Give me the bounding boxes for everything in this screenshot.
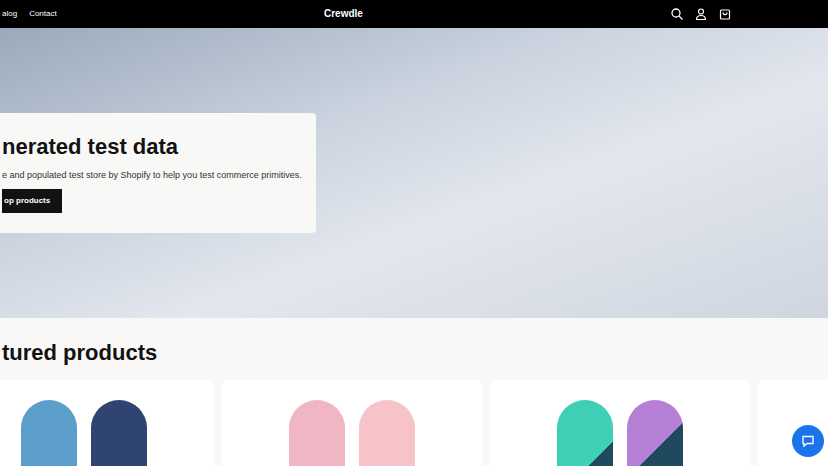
hero-card: nerated test data e and populated test s… bbox=[0, 113, 316, 233]
shop-button[interactable]: op products bbox=[2, 189, 62, 213]
chat-icon bbox=[801, 434, 815, 448]
product-card[interactable] bbox=[222, 380, 482, 466]
product-card[interactable] bbox=[0, 380, 214, 466]
nav-link[interactable]: alog bbox=[2, 8, 17, 20]
hero-heading: nerated test data bbox=[2, 133, 178, 161]
header-icons bbox=[670, 7, 828, 21]
product-card[interactable] bbox=[490, 380, 750, 466]
hero-banner: nerated test data e and populated test s… bbox=[0, 28, 828, 318]
featured-products: tured products bbox=[0, 318, 828, 466]
nav-link[interactable]: Contact bbox=[29, 8, 57, 20]
hero-text: e and populated test store by Shopify to… bbox=[2, 169, 302, 181]
chat-button[interactable] bbox=[792, 425, 824, 457]
search-icon[interactable] bbox=[670, 7, 684, 21]
cart-icon[interactable] bbox=[718, 7, 732, 21]
featured-heading: tured products bbox=[0, 340, 828, 366]
product-grid bbox=[0, 380, 828, 466]
site-header: alog Contact Crewdle bbox=[0, 0, 828, 28]
brand[interactable]: Crewdle bbox=[324, 6, 363, 21]
account-icon[interactable] bbox=[694, 7, 708, 21]
